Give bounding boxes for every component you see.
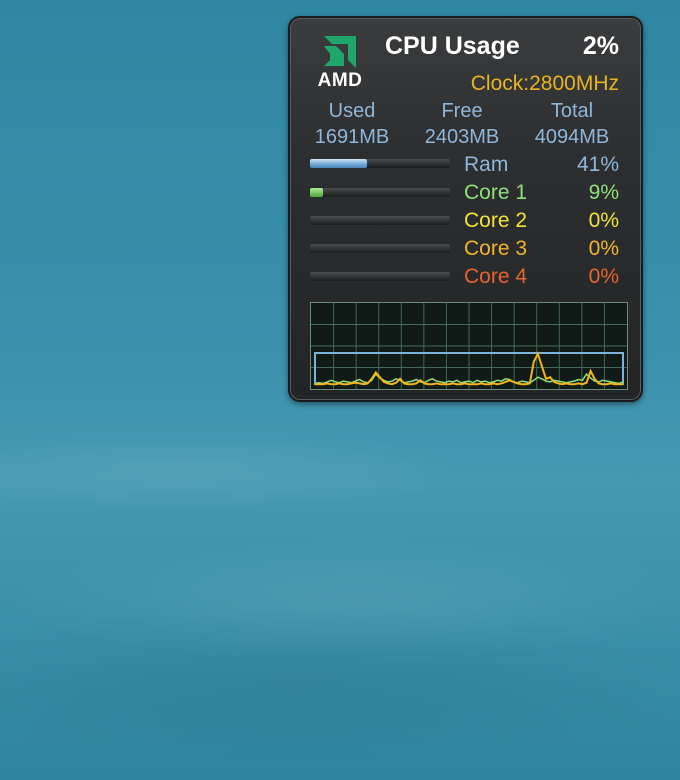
core3-label: Core 3 [464, 237, 528, 260]
cpu-history-graph [310, 302, 628, 390]
core4-percent: 0% [588, 265, 619, 288]
memory-used-header: Used [328, 100, 376, 122]
ram-usage-bar [310, 159, 450, 168]
amd-arrow-icon [324, 36, 356, 68]
core1-label: Core 1 [464, 181, 528, 204]
memory-free-header: Free [441, 100, 483, 122]
core3-percent: 0% [588, 237, 619, 260]
core4-label: Core 4 [464, 265, 528, 288]
core2-label: Core 2 [464, 209, 528, 232]
cpu-history-plot [311, 303, 627, 389]
gadget-title: CPU Usage [385, 32, 520, 60]
graph-grid [311, 303, 627, 389]
core2-usage-bar [310, 216, 450, 225]
ram-label: Ram [464, 153, 509, 176]
ram-percent: 41% [576, 153, 619, 176]
core2-percent: 0% [588, 209, 619, 232]
core4-usage-bar [310, 272, 450, 281]
core3-usage-bar [310, 244, 450, 253]
clock-speed: Clock:2800MHz [470, 72, 619, 95]
cpu-usage-gadget[interactable]: AMD CPU Usage 2% Clock:2800MHz Used Free… [288, 16, 643, 402]
amd-logo: AMD [308, 30, 372, 94]
core1-percent: 9% [588, 181, 619, 204]
core1-usage-fill [310, 188, 323, 197]
memory-total-value: 4094MB [534, 126, 610, 148]
ram-usage-fill [310, 159, 368, 168]
memory-total-header: Total [550, 100, 594, 122]
memory-used-value: 1691MB [314, 126, 390, 148]
amd-wordmark: AMD [317, 70, 363, 91]
memory-free-value: 2403MB [424, 126, 500, 148]
cpu-total-percent: 2% [582, 32, 619, 60]
core1-usage-bar [310, 188, 450, 197]
